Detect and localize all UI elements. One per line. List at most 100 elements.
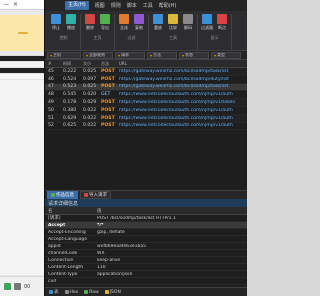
filter-dropdown[interactable]: ▾ 主机: [47, 51, 81, 59]
detail-row[interactable]: curl: [45, 278, 247, 286]
menu-item[interactable]: 规则: [111, 2, 121, 9]
cell-method: POST: [101, 123, 115, 129]
detail-row[interactable]: Connection keep-alive: [45, 257, 247, 265]
menu-item[interactable]: 主页(H): [65, 1, 89, 10]
detail-row[interactable]: appid wxfb69eaafe63e1ba5: [45, 243, 247, 251]
detail-value: application/json: [97, 271, 133, 277]
table-row[interactable]: 47 0.523 0.025 POST https://gateway.weilrhz.…: [45, 83, 247, 92]
detail-tabs: 作品信息 导入请求: [45, 190, 247, 200]
view-mode-label: JSON: [109, 289, 121, 295]
cell-id: 45: [48, 68, 54, 74]
cell-url: https://www.netcodecloudauth.com/njmp/v1…: [119, 115, 233, 121]
detail-row[interactable]: Accept */*: [45, 222, 247, 230]
ribbon-button-icon: [202, 14, 212, 24]
ribbon-button[interactable]: 比较: [167, 14, 179, 31]
cell-time: 0.178: [63, 100, 77, 106]
detail-row[interactable]: Accept-Encoding gzip, deflate: [45, 229, 247, 237]
ribbon-buttons: 过滤器 断点: [201, 14, 228, 31]
background-titlebar: — ✕: [0, 0, 44, 10]
filter-dropdown[interactable]: ▾ 全部规则: [83, 51, 113, 59]
header-id[interactable]: #: [45, 61, 63, 66]
detail-rows: [请求] POST /bcl/sodmp/task/list HTTP/1.1 Ac…: [45, 215, 247, 286]
ribbon-group: 全选 复制 过滤: [115, 14, 149, 50]
menu-item[interactable]: 视图: [95, 2, 105, 9]
view-mode-button[interactable]: 表: [49, 289, 59, 295]
ribbon-buttons: 全选 复制: [118, 14, 145, 31]
header-method[interactable]: 方法: [101, 61, 119, 67]
menubar: 主页(H) 视图 规则 脚本 工具 帮助(H): [45, 0, 247, 11]
ribbon-button-label: 停止: [52, 25, 60, 30]
cell-method: POST: [101, 84, 115, 90]
filter-bar: ▾ 主机 ▾ 全部规则 ▾ 请求 ▾ 方法 ▾ 状态 ▾ 类型: [45, 51, 247, 60]
filter-dropdown[interactable]: ▾ 方法: [147, 51, 177, 59]
view-mode-button[interactable]: Hex: [64, 289, 79, 295]
table-row[interactable]: 49 0.178 0.029 POST https://www.netcodecloud…: [45, 99, 247, 107]
cell-url: https://gateway.weilrhz.com/bcl/sodmp/ta…: [119, 84, 229, 90]
detail-tab[interactable]: 作品信息: [47, 191, 78, 200]
ribbon-button[interactable]: 重放: [152, 14, 164, 31]
cell-method: POST: [101, 76, 115, 82]
detail-key: Accept-Language: [48, 236, 88, 242]
cell-id: 49: [48, 100, 54, 106]
view-mode-button[interactable]: JSON: [104, 289, 121, 295]
ribbon-button[interactable]: 停止: [50, 14, 62, 31]
filter-label: 类型: [217, 52, 226, 58]
filter-dropdown[interactable]: ▾ 类型: [211, 51, 241, 59]
table-row[interactable]: 51 0.629 0.022 POST https://www.netcodecloud…: [45, 114, 247, 123]
ribbon-button-label: 导出: [101, 25, 109, 30]
detail-row[interactable]: [请求] POST /bcl/sodmp/task/list HTTP/1.1: [45, 215, 247, 223]
ribbon-button[interactable]: 过滤器: [201, 14, 213, 31]
detail-value: 110: [97, 264, 106, 270]
ribbon-button[interactable]: 复制: [133, 14, 145, 31]
minimize-icon[interactable]: —: [3, 1, 9, 8]
table-row[interactable]: 48 0.545 0.020 GET https://www.netcodeclouda…: [45, 91, 247, 100]
filter-dropdown[interactable]: ▾ 请求: [115, 51, 145, 59]
view-mode-icon: [84, 290, 89, 294]
detail-row[interactable]: channelCode WX: [45, 250, 247, 258]
session-list-empty-area: [45, 130, 247, 191]
ribbon-button[interactable]: 播放: [65, 14, 77, 31]
table-row[interactable]: 45 0.222 0.025 POST https://gateway.weilrhz.…: [45, 68, 247, 76]
ribbon-button[interactable]: 全选: [118, 14, 130, 31]
view-mode-button[interactable]: Raw: [84, 290, 99, 295]
ribbon-button[interactable]: 删除: [84, 14, 96, 31]
filter-label: 状态: [185, 52, 194, 58]
detail-row[interactable]: Content-Type application/json: [45, 271, 247, 279]
filter-label: 请求: [121, 52, 130, 58]
cell-size: 0.022: [83, 115, 97, 121]
header-time[interactable]: 时间: [63, 61, 83, 67]
ribbon-group: 重放 比较 解码 工具: [149, 14, 198, 50]
table-row[interactable]: 52 0.625 0.022 POST https://www.netcodecloud…: [45, 123, 247, 131]
ribbon-button[interactable]: 导出: [99, 14, 111, 31]
close-icon[interactable]: ✕: [13, 1, 18, 8]
banner-indicator: [18, 32, 28, 34]
menu-item[interactable]: 脚本: [127, 2, 137, 9]
ribbon-button[interactable]: 解码: [182, 14, 194, 31]
ribbon-button-icon: [100, 14, 110, 24]
settings-icon[interactable]: [14, 283, 21, 290]
table-row[interactable]: 46 0.524 0.097 POST https://gateway.weilrhz.…: [45, 76, 247, 84]
filter-icon: ▾: [150, 52, 153, 58]
cell-method: POST: [101, 115, 115, 121]
header-url[interactable]: URL: [119, 61, 247, 66]
table-row[interactable]: 50 0.380 0.022 POST https://www.netcodecloud…: [45, 107, 247, 115]
filter-dropdown[interactable]: ▾ 状态: [179, 51, 209, 59]
ribbon-button-icon: [183, 14, 193, 24]
ribbon-group: 删除 导出 主页: [81, 14, 115, 50]
ribbon-button[interactable]: 断点: [216, 14, 228, 31]
cell-time: 0.380: [63, 107, 77, 113]
menu-item[interactable]: 帮助(H): [159, 2, 177, 9]
detail-row[interactable]: Content-Length 110: [45, 264, 247, 272]
detail-tab[interactable]: 导入请求: [80, 191, 111, 200]
app-icon[interactable]: [4, 283, 11, 290]
detail-header-name: 名: [48, 208, 53, 214]
background-app-window: — ✕ 00: [0, 0, 44, 296]
menu-item[interactable]: 工具: [143, 2, 153, 9]
header-size[interactable]: 大小: [83, 61, 101, 67]
ribbon-buttons: 删除 导出: [84, 14, 111, 31]
detail-row[interactable]: Accept-Language: [45, 236, 247, 244]
ribbon-button-label: 过滤器: [201, 25, 213, 30]
cell-id: 52: [48, 123, 54, 129]
ribbon-button-icon: [66, 14, 76, 24]
view-mode-label: Hex: [69, 289, 79, 295]
